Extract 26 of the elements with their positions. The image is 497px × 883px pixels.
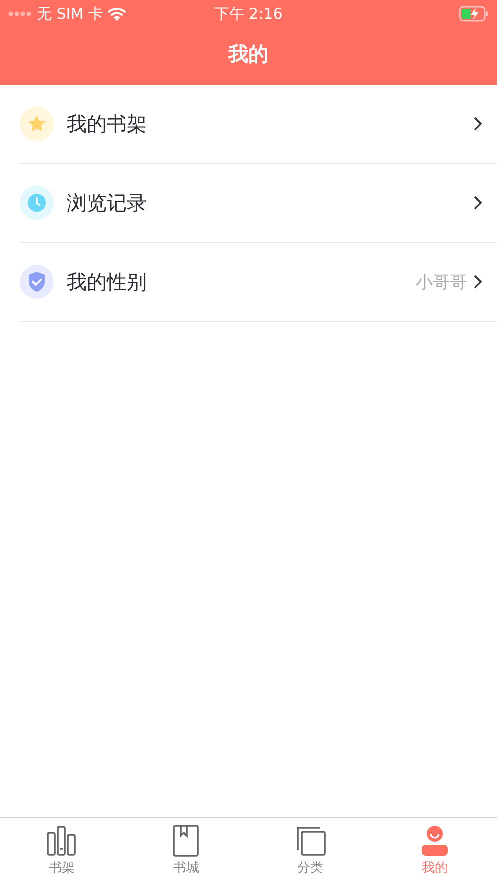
tab-item[interactable]: 我的	[372, 818, 497, 883]
chevron-right-icon	[473, 195, 483, 211]
book-icon	[173, 824, 200, 856]
menu-label: 浏览记录	[67, 190, 148, 216]
tab-item[interactable]: 分类	[248, 818, 373, 883]
bookshelf-icon	[46, 824, 78, 856]
tab-item[interactable]: 书城	[124, 818, 248, 883]
page-title: 我的	[228, 41, 268, 68]
shield-icon	[20, 265, 54, 299]
menu-item[interactable]: 我的性别 小哥哥	[20, 243, 497, 322]
category-icon	[294, 824, 327, 856]
chevron-right-icon	[473, 274, 483, 290]
menu-item[interactable]: 浏览记录	[20, 164, 497, 243]
status-time: 下午 2:16	[214, 4, 283, 24]
wifi-icon	[108, 7, 126, 21]
menu-label: 我的书架	[67, 110, 148, 138]
signal-icon	[8, 11, 32, 17]
battery-icon	[459, 6, 490, 22]
carrier-label: 无 SIM 卡	[37, 4, 104, 24]
clock-icon	[20, 186, 54, 220]
tab-item[interactable]: 书架	[0, 818, 124, 883]
menu-value: 小哥哥	[416, 272, 467, 294]
chevron-right-icon	[473, 116, 483, 132]
person-icon	[420, 824, 449, 856]
menu-label: 我的性别	[67, 268, 148, 296]
menu-item[interactable]: 我的书架	[20, 85, 497, 164]
